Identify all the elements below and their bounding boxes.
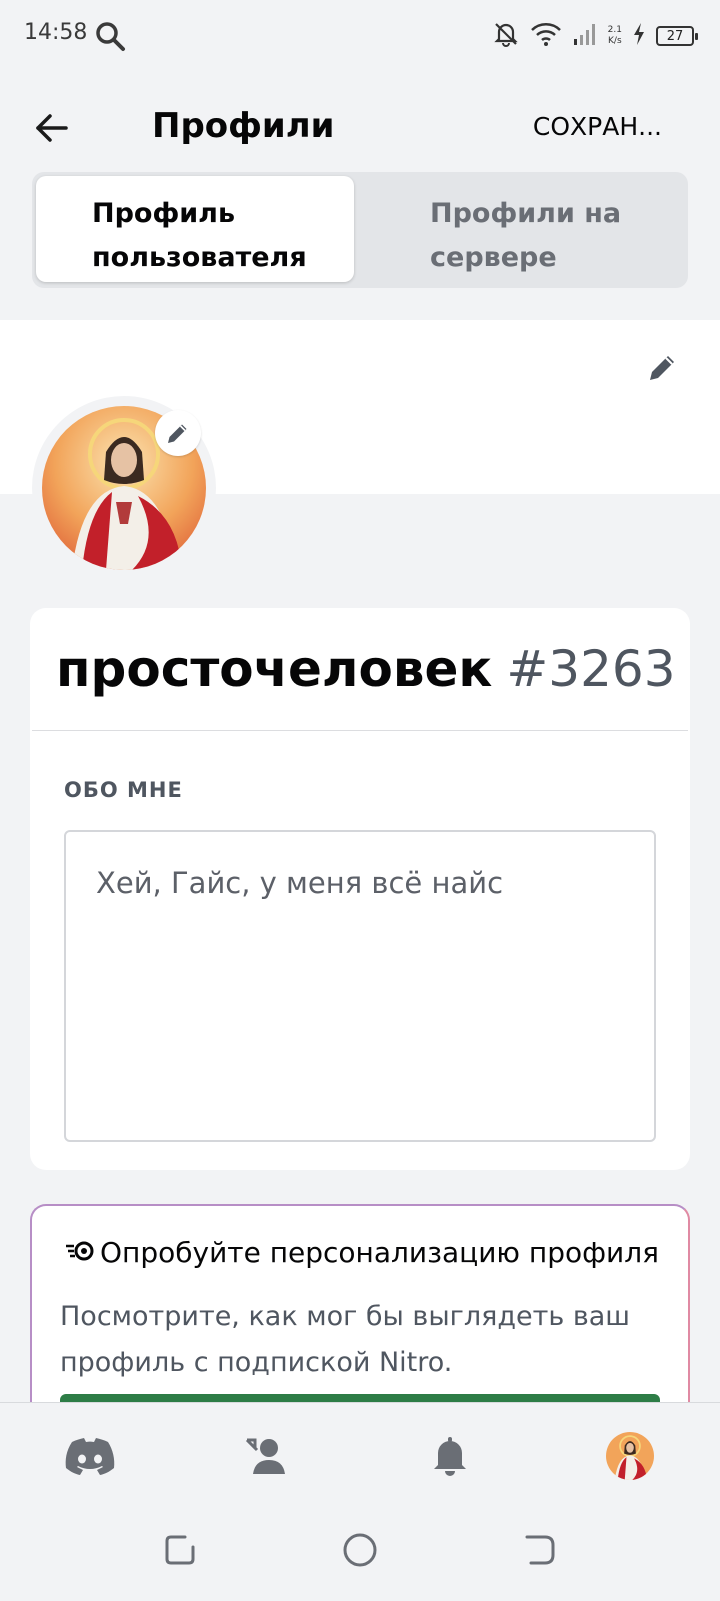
bell-icon — [434, 1437, 466, 1476]
bell-muted-icon — [492, 20, 520, 52]
nav-profile[interactable] — [600, 1428, 660, 1484]
tab-server-profiles-label: Профили на сервере — [430, 198, 622, 273]
edit-avatar-button[interactable] — [155, 410, 201, 456]
about-me-text: Хей, Гайс, у меня всё найс — [96, 866, 504, 900]
page-title: Профили — [152, 106, 335, 146]
back-system-icon — [525, 1535, 555, 1565]
net-speed: 2.1 K/s — [607, 25, 622, 46]
recent-apps-button[interactable] — [160, 1530, 200, 1570]
back-button[interactable] — [28, 100, 76, 156]
tab-user-profile-label: Профиль пользователя — [92, 198, 307, 273]
status-icons: 2.1 K/s 27 — [492, 20, 698, 52]
wifi-icon — [530, 21, 562, 51]
edit-banner-button[interactable] — [644, 350, 680, 386]
divider — [32, 730, 688, 731]
charging-icon — [632, 22, 646, 50]
username: просточеловек — [56, 640, 493, 698]
nitro-promo-title: Опробуйте персонализацию профиля — [64, 1236, 659, 1269]
battery-indicator: 27 — [656, 26, 698, 46]
home-button[interactable] — [340, 1530, 380, 1570]
home-circle-icon — [343, 1533, 377, 1567]
arrow-left-icon — [36, 114, 68, 142]
friends-icon — [245, 1438, 285, 1474]
tab-server-profiles[interactable]: Профили на сервере — [356, 176, 684, 282]
discord-home-icon — [65, 1438, 115, 1475]
save-button[interactable]: СОХРАН... — [533, 112, 662, 141]
nav-notifications[interactable] — [420, 1428, 480, 1484]
pencil-icon — [168, 424, 187, 443]
discriminator: #3263 — [506, 640, 676, 698]
nitro-icon — [64, 1236, 94, 1269]
about-me-label: ОБО МНЕ — [64, 778, 183, 802]
search-icon — [94, 20, 126, 52]
tab-user-profile[interactable]: Профиль пользователя — [36, 176, 354, 282]
nitro-promo-description: Посмотрите, как мог бы выглядеть ваш про… — [60, 1301, 631, 1378]
profile-avatar — [606, 1432, 654, 1480]
nav-home[interactable] — [60, 1428, 120, 1484]
nitro-promo-title-text: Опробуйте персонализацию профиля — [100, 1236, 659, 1269]
username-row: просточеловек #3263 — [56, 640, 676, 698]
pencil-icon — [650, 356, 674, 380]
status-time: 14:58 — [24, 20, 88, 45]
nav-friends[interactable] — [236, 1428, 296, 1484]
recent-apps-icon — [165, 1535, 195, 1565]
back-system-button[interactable] — [520, 1530, 560, 1570]
signal-icon — [572, 21, 598, 51]
